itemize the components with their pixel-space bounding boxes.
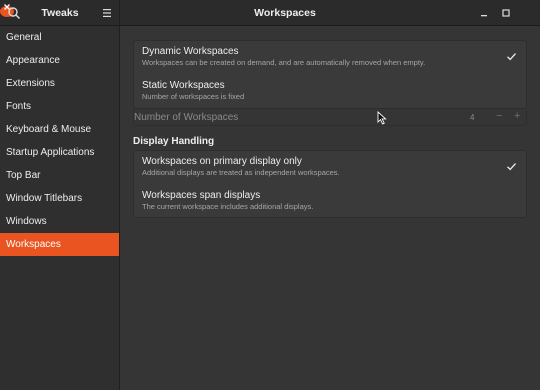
sidebar-item-keyboard-mouse[interactable]: Keyboard & Mouse [0, 118, 119, 141]
sidebar: General Appearance Extensions Fonts Keyb… [0, 26, 120, 390]
sidebar-item-workspaces[interactable]: Workspaces [0, 233, 119, 256]
sidebar-item-startup-applications[interactable]: Startup Applications [0, 141, 119, 164]
checkmark-icon [506, 51, 517, 62]
number-of-workspaces-value[interactable]: 4 [470, 113, 474, 122]
maximize-icon[interactable] [499, 6, 513, 20]
span-displays-title: Workspaces span displays [142, 190, 261, 201]
sidebar-item-appearance[interactable]: Appearance [0, 49, 119, 72]
workspaces-panel: Dynamic Workspaces Workspaces can be cre… [121, 26, 540, 390]
dynamic-workspaces-title: Dynamic Workspaces [142, 46, 239, 57]
sidebar-item-fonts[interactable]: Fonts [0, 95, 119, 118]
header-left-pane: Tweaks [0, 0, 120, 26]
span-displays-row[interactable]: Workspaces span displays The current wor… [134, 185, 526, 219]
primary-display-only-subtitle: Additional displays are treated as indep… [142, 168, 340, 177]
sidebar-item-general[interactable]: General [0, 26, 119, 49]
sidebar-item-top-bar[interactable]: Top Bar [0, 164, 119, 187]
tweaks-window: Tweaks Workspaces General Appearance Ext… [0, 0, 540, 390]
display-handling-heading: Display Handling [133, 136, 215, 147]
span-displays-subtitle: The current workspace includes additiona… [142, 202, 314, 211]
workspace-mode-card: Dynamic Workspaces Workspaces can be cre… [133, 40, 527, 109]
hamburger-menu-icon[interactable] [102, 7, 112, 19]
minimize-icon[interactable] [477, 6, 491, 20]
sidebar-item-extensions[interactable]: Extensions [0, 72, 119, 95]
mouse-pointer-icon [377, 110, 387, 125]
increment-button[interactable]: + [514, 110, 520, 122]
sidebar-item-windows[interactable]: Windows [0, 210, 119, 233]
window-title: Workspaces [254, 7, 316, 19]
primary-display-only-title: Workspaces on primary display only [142, 156, 302, 167]
dynamic-workspaces-subtitle: Workspaces can be created on demand, and… [142, 58, 426, 67]
header-bar: Tweaks Workspaces [0, 0, 540, 26]
static-workspaces-row[interactable]: Static Workspaces Number of workspaces i… [134, 75, 526, 109]
number-of-workspaces-label: Number of Workspaces [134, 112, 239, 123]
static-workspaces-subtitle: Number of workspaces is fixed [142, 92, 245, 101]
number-of-workspaces-spinbutton[interactable]: Number of Workspaces 4 − + [133, 108, 527, 126]
checkmark-icon [506, 161, 517, 172]
decrement-button[interactable]: − [496, 110, 502, 122]
display-handling-card: Workspaces on primary display only Addit… [133, 150, 527, 218]
sidebar-item-window-titlebars[interactable]: Window Titlebars [0, 187, 119, 210]
dynamic-workspaces-row[interactable]: Dynamic Workspaces Workspaces can be cre… [134, 41, 526, 75]
static-workspaces-title: Static Workspaces [142, 80, 225, 91]
primary-display-only-row[interactable]: Workspaces on primary display only Addit… [134, 151, 526, 185]
